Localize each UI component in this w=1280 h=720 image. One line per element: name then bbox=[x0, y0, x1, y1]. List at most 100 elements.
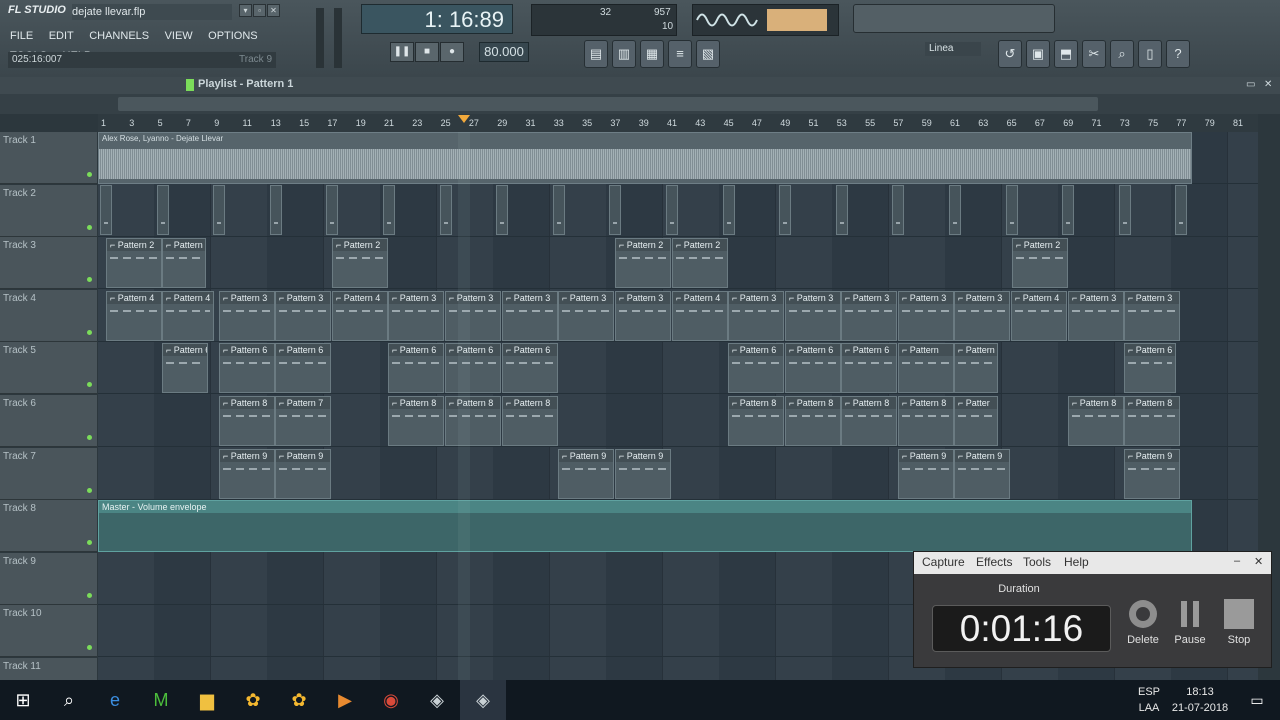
capture-menu-effects[interactable]: Effects bbox=[976, 555, 1012, 569]
search-icon[interactable]: ⌕ bbox=[1110, 40, 1134, 68]
close-button[interactable]: ✕ bbox=[267, 4, 280, 17]
undo-icon[interactable]: ↺ bbox=[998, 40, 1022, 68]
track-active-led[interactable] bbox=[87, 382, 92, 388]
stop-button[interactable]: ■ bbox=[415, 42, 439, 62]
pattern-clip[interactable]: ⌐ Pattern 3 bbox=[275, 290, 331, 341]
track-active-led[interactable] bbox=[87, 592, 92, 598]
pattern-clip[interactable]: ⌐ Pattern 2 bbox=[106, 238, 162, 289]
pattern-clip[interactable]: ⌐ Pattern 9 bbox=[898, 448, 954, 499]
track-header[interactable]: Track 5 bbox=[0, 342, 97, 395]
pattern-clip[interactable] bbox=[326, 184, 339, 235]
pattern-clip[interactable]: ⌐ Pattern 8 bbox=[445, 396, 501, 446]
pattern-clip[interactable] bbox=[609, 184, 622, 235]
menu-view[interactable]: VIEW bbox=[163, 27, 195, 46]
menu-options[interactable]: OPTIONS bbox=[206, 27, 260, 46]
pattern-clip[interactable]: ⌐ Pattern 3 bbox=[445, 290, 501, 341]
capture-menu-help[interactable]: Help bbox=[1064, 555, 1089, 569]
restore-button[interactable]: ▫ bbox=[253, 4, 266, 17]
menu-file[interactable]: FILE bbox=[8, 27, 35, 46]
pattern-clip[interactable]: ⌐ Pattern 4 bbox=[672, 290, 728, 341]
browser-icon[interactable]: ▧ bbox=[696, 40, 720, 68]
maximize-icon[interactable]: ▭ bbox=[1246, 79, 1256, 90]
pattern-clip[interactable] bbox=[156, 184, 169, 235]
pattern-clip[interactable]: ⌐ Pattern 8 bbox=[728, 396, 784, 446]
pattern-clip[interactable]: ⌐ Pattern 6 bbox=[162, 343, 208, 394]
close-playlist-icon[interactable]: ✕ bbox=[1264, 79, 1274, 90]
pattern-clip[interactable]: ⌐ Pattern 2 bbox=[1012, 238, 1068, 289]
pattern-clip[interactable]: ⌐ Pattern 3 bbox=[1068, 290, 1124, 341]
fl-studio-taskbar-icon[interactable]: ✿ bbox=[230, 680, 276, 720]
pattern-clip[interactable]: ⌐ Pattern 2 bbox=[332, 238, 388, 289]
pattern-clip[interactable] bbox=[383, 184, 395, 235]
pattern-clip[interactable]: ⌐ Pattern 6 bbox=[728, 343, 784, 394]
automation-clip[interactable]: Master - Volume envelope bbox=[98, 500, 1192, 553]
track-lane[interactable]: ⌐ Pattern 2 ⌐ Pattern ⌐ Pattern 2 ⌐ Pattern… bbox=[98, 237, 1258, 290]
piano-roll-icon[interactable]: ▥ bbox=[612, 40, 636, 68]
track-active-led[interactable] bbox=[87, 540, 92, 546]
track-header[interactable]: Track 9 bbox=[0, 552, 97, 605]
pattern-clip[interactable]: ⌐ Pattern 8 bbox=[388, 396, 444, 446]
pattern-clip[interactable]: ⌐ Pattern 8 bbox=[785, 396, 841, 446]
track-header[interactable]: Track 10 bbox=[0, 605, 97, 658]
track-lane[interactable]: ⌐ Pattern 4 ⌐ Pattern 4 ⌐ Pattern 3 ⌐ Patte… bbox=[98, 290, 1258, 342]
pattern-clip[interactable]: ⌐ Pattern 2 bbox=[615, 238, 671, 289]
search-taskbar-icon[interactable]: ⌕ bbox=[46, 680, 92, 720]
track-header[interactable]: Track 8 bbox=[0, 500, 97, 553]
master-pitch-slider[interactable] bbox=[334, 8, 342, 68]
playhead-marker[interactable] bbox=[458, 115, 470, 123]
pattern-clip[interactable]: ⌐ Pattern 3 bbox=[1124, 290, 1180, 341]
pattern-clip[interactable]: ⌐ Pattern 3 bbox=[954, 290, 1010, 341]
pattern-clip[interactable]: ⌐ Pattern 6 bbox=[502, 343, 558, 394]
tray-clock[interactable]: 18:13 21-07-2018 bbox=[1170, 684, 1230, 716]
pattern-clip[interactable]: ⌐ Pattern 9 bbox=[275, 448, 331, 499]
menu-channels[interactable]: CHANNELS bbox=[87, 27, 151, 46]
pattern-clip[interactable]: ⌐ Pattern 3 bbox=[728, 290, 784, 341]
channel-rack-icon[interactable]: ▦ bbox=[640, 40, 664, 68]
menu-edit[interactable]: EDIT bbox=[47, 27, 76, 46]
help-icon[interactable]: ? bbox=[1166, 40, 1190, 68]
delete-button[interactable]: Delete bbox=[1123, 598, 1163, 646]
pattern-clip[interactable]: ⌐ Pattern 3 bbox=[502, 290, 558, 341]
pattern-clip[interactable]: ⌐ Patter bbox=[954, 396, 998, 446]
pattern-clip[interactable]: ⌐ Pattern 9 bbox=[219, 448, 275, 499]
track-header[interactable]: Track 1 bbox=[0, 132, 97, 184]
pattern-clip[interactable]: ⌐ Pattern 3 bbox=[785, 290, 841, 341]
pattern-clip[interactable]: ⌐ Pattern bbox=[162, 238, 206, 289]
render-icon[interactable]: ⬒ bbox=[1054, 40, 1078, 68]
track-lane[interactable]: Master - Volume envelope bbox=[98, 500, 1258, 553]
app-icon[interactable]: ◈ bbox=[414, 680, 460, 720]
pattern-clip[interactable]: ⌐ Pattern 3 bbox=[219, 290, 275, 341]
pattern-clip[interactable]: ⌐ Pattern 6 bbox=[785, 343, 841, 394]
pattern-clip[interactable]: ⌐ Pattern 9 bbox=[954, 448, 1010, 499]
capture-menu-capture[interactable]: Capture bbox=[922, 555, 965, 569]
stop-capture-button[interactable]: Stop bbox=[1219, 598, 1259, 646]
track-lane[interactable]: ⌐ Pattern 9 ⌐ Pattern 9 ⌐ Pattern 9 ⌐ Patte… bbox=[98, 448, 1258, 500]
pattern-clip[interactable]: ⌐ Pattern 6 bbox=[275, 343, 331, 394]
tray-language[interactable]: ESP LAA bbox=[1135, 684, 1163, 716]
windows-start-icon[interactable]: ⊞ bbox=[0, 680, 46, 720]
fl-studio-2-icon[interactable]: ✿ bbox=[276, 680, 322, 720]
pattern-clip[interactable] bbox=[496, 184, 509, 235]
document-icon[interactable]: ▯ bbox=[1138, 40, 1162, 68]
pattern-clip[interactable]: ⌐ Pattern 6 bbox=[1124, 343, 1176, 394]
edge-icon[interactable]: e bbox=[92, 680, 138, 720]
play-button[interactable]: ❚❚ bbox=[390, 42, 414, 62]
pattern-clip[interactable]: ⌐ Pattern 4 bbox=[332, 290, 388, 341]
track-active-led[interactable] bbox=[87, 224, 92, 230]
track-lane[interactable]: ⌐ Pattern 8 ⌐ Pattern 7 ⌐ Pattern 8 ⌐ Patte… bbox=[98, 395, 1258, 447]
timeline-ruler[interactable]: 1 3 5 7 9 11 13 15 17 19 21 23 25 27 29 31 33 35 37 39 41 43 4… bbox=[98, 114, 1258, 133]
master-volume-slider[interactable] bbox=[316, 8, 324, 68]
pattern-clip[interactable] bbox=[552, 184, 565, 235]
pattern-clip[interactable] bbox=[892, 184, 905, 235]
pattern-clip[interactable]: ⌐ Pattern 4 bbox=[106, 290, 162, 341]
pattern-clip[interactable] bbox=[1062, 184, 1075, 235]
playlist-icon[interactable]: ▤ bbox=[584, 40, 608, 68]
pattern-clip[interactable]: ⌐ Pattern 3 bbox=[898, 290, 954, 341]
pattern-clip[interactable]: ⌐ Pattern 8 bbox=[898, 396, 954, 446]
save-icon[interactable]: ▣ bbox=[1026, 40, 1050, 68]
pattern-clip[interactable]: ⌐ Pattern 6 bbox=[954, 343, 998, 394]
capture-close-icon[interactable]: ✕ bbox=[1254, 555, 1263, 568]
track-active-led[interactable] bbox=[87, 435, 92, 440]
pattern-clip[interactable]: ⌐ Pattern 4 bbox=[1011, 290, 1067, 341]
pattern-clip[interactable]: ⌐ Pattern 2 bbox=[672, 238, 728, 289]
